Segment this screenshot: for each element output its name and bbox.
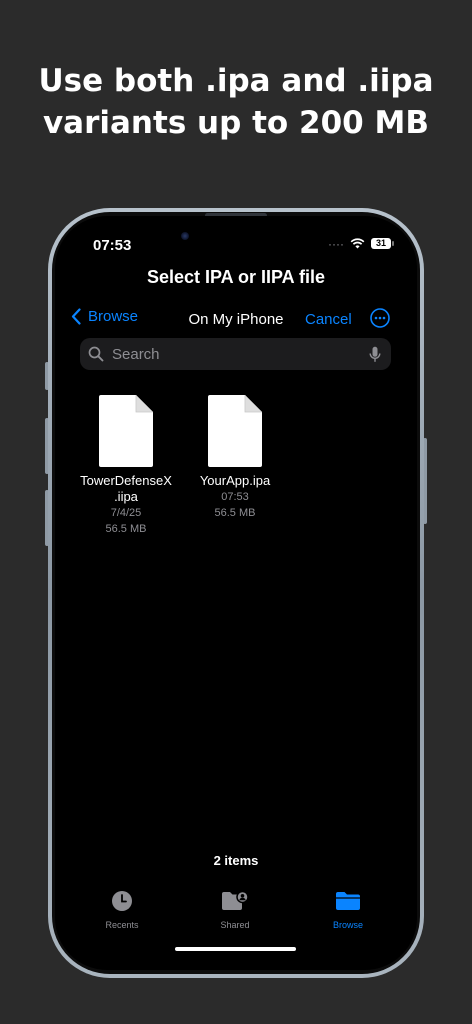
tab-recents[interactable]: Recents xyxy=(82,890,162,930)
tab-shared[interactable]: Shared xyxy=(195,890,275,930)
items-count: 2 items xyxy=(213,853,259,868)
file-size: 56.5 MB xyxy=(214,507,256,519)
search-bar[interactable] xyxy=(80,338,391,370)
file-date: 07:53 xyxy=(221,491,249,503)
search-input[interactable] xyxy=(110,344,369,364)
cancel-button[interactable]: Cancel xyxy=(305,311,352,328)
file-size: 56.5 MB xyxy=(105,523,147,535)
back-browse-button[interactable]: Browse xyxy=(71,308,138,325)
headline-line-1: Use both .ipa and .iipa xyxy=(38,63,434,99)
file-date: 7/4/25 xyxy=(110,507,142,519)
back-button-label: Browse xyxy=(88,308,139,325)
file-name: YourApp.ipa xyxy=(199,473,271,488)
tab-browse[interactable]: Browse xyxy=(308,890,388,930)
status-time: 07:53 xyxy=(93,237,132,254)
home-indicator xyxy=(175,947,296,951)
tab-label: Shared xyxy=(220,920,250,930)
headline-line-2: variants up to 200 MB xyxy=(42,105,430,141)
document-icon xyxy=(208,395,262,467)
search-icon xyxy=(88,346,104,362)
promo-headline: Use both .ipa and .iipa variants up to 2… xyxy=(0,60,472,144)
file-name: TowerDefenseX .iipa xyxy=(71,473,181,505)
battery-indicator: 31 xyxy=(371,238,394,249)
cellular-signal-icon: ···· xyxy=(328,236,344,251)
file-item-towerdefensex[interactable]: TowerDefenseX .iipa 7/4/25 56.5 MB xyxy=(71,394,181,537)
document-icon xyxy=(99,395,153,467)
microphone-icon[interactable] xyxy=(369,346,381,363)
phone-screen: 07:53 ···· 31 Select IPA or IIPA file Br… xyxy=(55,216,417,970)
tab-label: Browse xyxy=(332,920,363,930)
more-options-icon[interactable] xyxy=(370,308,390,328)
shared-folder-icon xyxy=(222,890,249,910)
tab-label: Recents xyxy=(105,920,139,930)
file-name-line-2: .iipa xyxy=(114,489,138,504)
clock-icon xyxy=(112,891,132,911)
sheet-title: Select IPA or IIPA file xyxy=(146,267,326,287)
navigation-bar: Browse On My iPhone Cancel xyxy=(55,308,417,332)
file-name-line-1: TowerDefenseX xyxy=(80,473,172,488)
chevron-left-icon xyxy=(71,308,81,325)
folder-icon xyxy=(336,892,360,910)
file-item-yourapp[interactable]: YourApp.ipa 07:53 56.5 MB xyxy=(180,394,290,521)
front-camera xyxy=(181,232,189,240)
status-indicators: ···· 31 xyxy=(328,236,394,251)
wifi-icon xyxy=(350,238,365,249)
